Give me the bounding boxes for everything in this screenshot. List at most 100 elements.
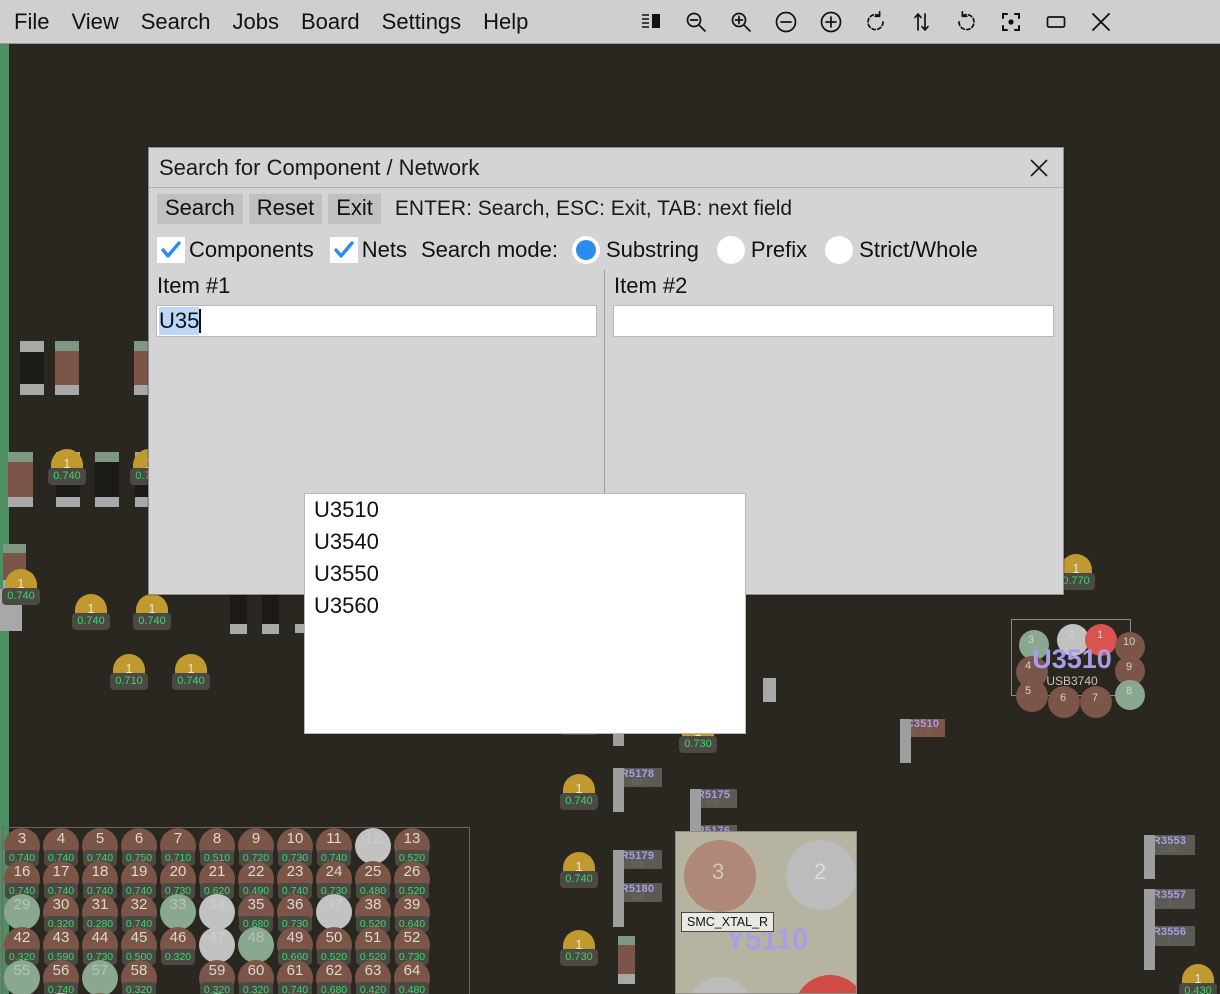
radio-prefix[interactable] xyxy=(716,236,745,264)
nets-checkbox[interactable] xyxy=(329,237,358,263)
item2-input[interactable] xyxy=(613,305,1054,337)
component-c3510[interactable]: C3510 0.1UF xyxy=(900,719,945,763)
component-r5178[interactable]: R5178 10K xyxy=(613,768,662,812)
bga-pad[interactable]: 55 xyxy=(3,960,41,994)
smd-part[interactable] xyxy=(8,452,33,507)
flip-vertical-icon[interactable] xyxy=(898,0,943,44)
menu-help[interactable]: Help xyxy=(483,10,528,33)
smd-part[interactable] xyxy=(262,595,279,634)
smd-part[interactable] xyxy=(20,341,44,395)
smd-part[interactable] xyxy=(230,595,247,634)
close-icon[interactable] xyxy=(1078,0,1123,44)
reset-button[interactable]: Reset xyxy=(248,194,323,224)
search-button[interactable]: Search xyxy=(157,194,243,224)
bga-pad[interactable]: 61 0.740 xyxy=(276,960,314,994)
component-r3557[interactable]: R3557 0 xyxy=(1144,889,1195,933)
plus-circle-icon[interactable] xyxy=(808,0,853,44)
probe-reading: 0.740 xyxy=(2,588,40,605)
probe-point[interactable]: 10.740 xyxy=(72,594,110,636)
radio-prefix-label: Prefix xyxy=(750,237,808,262)
center-focus-icon[interactable] xyxy=(988,0,1033,44)
exit-button[interactable]: Exit xyxy=(328,194,381,224)
pad-number: 56 xyxy=(52,962,70,979)
smd-pad[interactable] xyxy=(763,678,776,702)
fit-window-icon[interactable] xyxy=(1033,0,1078,44)
pad-right[interactable] xyxy=(613,883,624,927)
pad-right[interactable] xyxy=(1144,835,1155,879)
pad-number: 31 xyxy=(91,896,109,913)
bga-pad[interactable]: 64 0.480 xyxy=(393,960,431,994)
probe-point[interactable]: 10.740 xyxy=(560,774,598,816)
pad-number: 63 xyxy=(364,962,382,979)
result-item[interactable]: U3510 xyxy=(305,494,745,526)
probe-reading: 0.740 xyxy=(72,613,110,630)
pad-number: 19 xyxy=(130,863,148,880)
smd-part[interactable] xyxy=(55,341,79,395)
bga-pad[interactable]: 58 0.320 xyxy=(120,960,158,994)
menu-jobs[interactable]: Jobs xyxy=(232,10,278,33)
component-r3553[interactable]: R3553 100K xyxy=(1144,835,1195,879)
probe-reading: 0.730 xyxy=(560,949,598,966)
pad-reading: 0.480 xyxy=(395,982,429,994)
pad-1[interactable] xyxy=(794,975,856,993)
probe-reading: 0.740 xyxy=(133,613,171,630)
smd-part[interactable] xyxy=(618,936,635,984)
menu-view[interactable]: View xyxy=(71,10,118,33)
pad-number: 50 xyxy=(325,929,343,946)
pad-right[interactable] xyxy=(900,719,911,763)
bga-pad[interactable]: 56 0.740 xyxy=(42,960,80,994)
pad-number: 23 xyxy=(286,863,304,880)
result-item[interactable]: U3540 xyxy=(305,526,745,558)
bga-pad[interactable]: 62 0.680 xyxy=(315,960,353,994)
zoom-out-icon[interactable] xyxy=(673,0,718,44)
rotate-ccw-icon[interactable] xyxy=(853,0,898,44)
item1-input[interactable]: U35 xyxy=(156,305,597,337)
component-r5175[interactable]: R5175 20K xyxy=(690,789,737,833)
probe-point[interactable]: 10.730 xyxy=(560,930,598,972)
pad-number: 3 xyxy=(17,830,27,847)
pad-right[interactable] xyxy=(613,768,624,812)
smd-part[interactable] xyxy=(95,452,119,507)
menu-board[interactable]: Board xyxy=(301,10,360,33)
probe-point[interactable]: 10.740 xyxy=(560,852,598,894)
menu-file[interactable]: File xyxy=(14,10,49,33)
bga-pad[interactable]: 46 0.320 xyxy=(159,927,197,971)
search-dialog[interactable]: Search for Component / Network Search Re… xyxy=(148,147,1064,734)
menu-search[interactable]: Search xyxy=(141,10,211,33)
component-value: 10K xyxy=(630,859,645,869)
pin-label-6: 6 xyxy=(1060,692,1067,704)
bga-pad[interactable]: 60 0.320 xyxy=(237,960,275,994)
pad-right[interactable] xyxy=(1144,926,1155,970)
zoom-in-icon[interactable] xyxy=(718,0,763,44)
nets-label: Nets xyxy=(361,237,407,262)
pad-number: 29 xyxy=(13,896,31,913)
bga-pad[interactable]: 57 xyxy=(81,960,119,994)
probe-point[interactable]: 1 0.430 xyxy=(1179,964,1217,994)
panel-layout-icon[interactable] xyxy=(628,0,673,44)
rotate-cw-icon[interactable] xyxy=(943,0,988,44)
probe-point[interactable]: 10.740 xyxy=(133,594,171,636)
result-item[interactable]: U3560 xyxy=(305,590,745,622)
probe-point[interactable]: 10.740 xyxy=(2,569,40,611)
component-r3556[interactable]: R3556 0 xyxy=(1144,926,1195,970)
bga-pad-grid[interactable]: 3 0.740 4 0.740 5 0.740 6 0.750 7 0.710 8 0.510 9 0.7… xyxy=(2,827,470,994)
menu-settings[interactable]: Settings xyxy=(382,10,462,33)
radio-substring[interactable] xyxy=(571,236,600,264)
probe-point[interactable]: 10.740 xyxy=(172,654,210,696)
close-icon[interactable] xyxy=(1025,154,1053,182)
probe-reading: 0.740 xyxy=(172,673,210,690)
component-u3510[interactable]: 3 2 1 10 4 9 5 8 6 7 U3510 USB3740 xyxy=(1011,619,1145,718)
component-r5180[interactable]: R5180 10K xyxy=(613,883,662,927)
search-results-list[interactable]: U3510 U3540 U3550 U3560 xyxy=(304,493,746,734)
components-checkbox[interactable] xyxy=(157,237,185,263)
probe-point[interactable]: 10.740 xyxy=(48,449,86,491)
component-r5179[interactable]: R5179 10K xyxy=(613,850,662,894)
bga-pad[interactable]: 63 0.420 xyxy=(354,960,392,994)
probe-point[interactable]: 1 0.710 xyxy=(110,654,148,696)
bga-pad[interactable]: 59 0.320 xyxy=(198,960,236,994)
minus-circle-icon[interactable] xyxy=(763,0,808,44)
radio-strict-whole[interactable] xyxy=(825,236,854,264)
pad-number: 5 xyxy=(95,830,105,847)
pad-4[interactable] xyxy=(686,977,754,993)
result-item[interactable]: U3550 xyxy=(305,558,745,590)
